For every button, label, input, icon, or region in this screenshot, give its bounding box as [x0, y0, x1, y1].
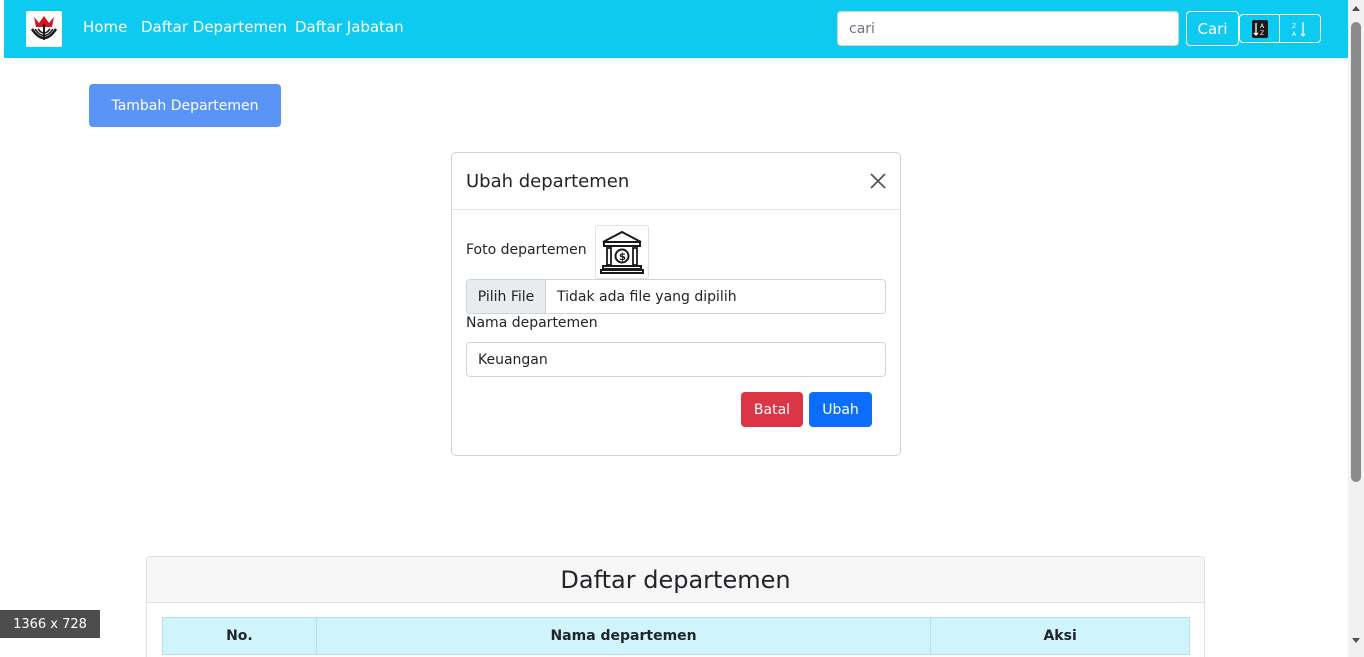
modal-title: Ubah departemen	[466, 171, 630, 192]
name-input[interactable]: Keuangan	[466, 342, 886, 377]
sort-alpha-up-icon: A Z	[1251, 19, 1268, 38]
bank-building-icon: $	[595, 225, 649, 279]
university-logo-icon[interactable]	[26, 11, 62, 47]
column-header-nama: Nama departemen	[315, 617, 932, 655]
edit-departemen-modal: Ubah departemen Foto departemen $ Pilih …	[451, 152, 901, 456]
nav-home-link[interactable]: Home	[83, 18, 127, 36]
svg-text:Z: Z	[1292, 23, 1296, 30]
add-departemen-button[interactable]: Tambah Departemen	[89, 84, 281, 127]
file-status-text: Tidak ada file yang dipilih	[557, 288, 737, 305]
photo-label: Foto departemen	[466, 242, 587, 258]
close-icon[interactable]	[869, 172, 887, 190]
submit-button[interactable]: Ubah	[809, 392, 872, 427]
departemen-list-card: Daftar departemen No. Nama departemen Ak…	[146, 556, 1205, 657]
departemen-table: No. Nama departemen Aksi	[162, 617, 1190, 655]
search-input[interactable]: cari	[837, 11, 1179, 46]
column-header-aksi: Aksi	[930, 617, 1190, 655]
name-label: Nama departemen	[466, 315, 598, 331]
modal-header: Ubah departemen	[452, 153, 900, 210]
cancel-button[interactable]: Batal	[741, 392, 803, 427]
search-button[interactable]: Cari	[1186, 11, 1239, 46]
scroll-thumb[interactable]	[1351, 22, 1361, 482]
table-header-row: No. Nama departemen Aksi	[162, 617, 1190, 655]
svg-text:A: A	[1292, 31, 1297, 38]
column-header-no: No.	[162, 617, 317, 655]
scroll-down-arrow[interactable]	[1352, 638, 1360, 643]
photo-file-input[interactable]: Pilih File Tidak ada file yang dipilih	[466, 279, 886, 314]
nav-jabatan-link[interactable]: Daftar Jabatan	[295, 18, 404, 36]
svg-text:Z: Z	[1260, 30, 1264, 37]
page-scrollbar[interactable]	[1348, 0, 1364, 657]
sort-alpha-down-icon: Z A	[1292, 21, 1306, 38]
svg-text:$: $	[619, 252, 626, 263]
choose-file-button[interactable]: Pilih File	[467, 280, 546, 313]
sort-asc-button[interactable]: A Z	[1239, 14, 1280, 43]
sort-desc-button[interactable]: Z A	[1280, 14, 1321, 43]
viewport-size-badge: 1366 x 728	[0, 610, 100, 638]
scroll-up-arrow[interactable]	[1352, 6, 1360, 11]
nav-departemen-link[interactable]: Daftar Departemen	[141, 18, 287, 36]
list-title: Daftar departemen	[147, 557, 1204, 603]
